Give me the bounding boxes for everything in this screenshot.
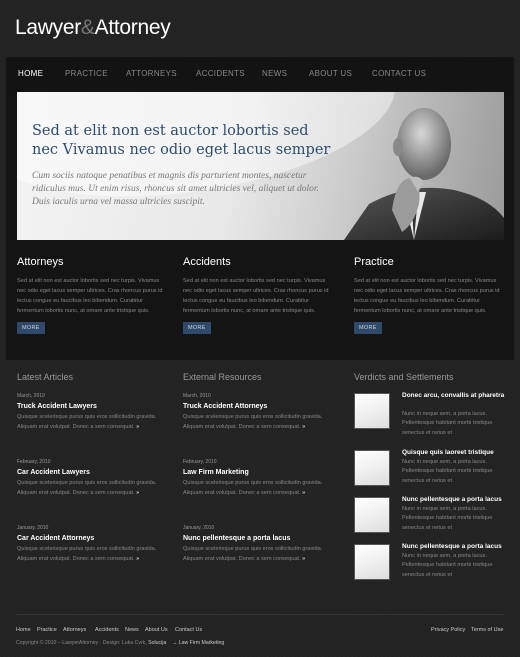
feature-column-practice: Practice Sed at elit non est auctor lobo…: [354, 256, 504, 334]
column-title: Accidents: [183, 256, 231, 268]
article-item: January, 2010 Car Accident Attorneys Qui…: [17, 525, 165, 564]
more-button[interactable]: MORE: [183, 322, 211, 334]
verdict-item: Donec arcu, convallis at pharetra Nunc i…: [354, 391, 506, 437]
verdict-title-link[interactable]: Nunc pellentesque a porta lacus: [402, 542, 506, 551]
footer-link-practice[interactable]: Practice: [37, 627, 57, 633]
read-more-arrow[interactable]: »: [302, 556, 305, 562]
column-text: Sed at elit non est auctor lobortis sed …: [17, 278, 163, 314]
verdict-excerpt: Nunc in neque sem, a porta lacus. Pellen…: [402, 459, 493, 484]
verdict-item: Nunc pellentesque a porta lacus Nunc in …: [354, 495, 506, 541]
resource-item: March, 2010 Truck Accident Attorneys Qui…: [183, 393, 331, 432]
resource-item: January, 2010 Nunc pellentesque a porta …: [183, 525, 331, 564]
nav-attorneys[interactable]: ATTORNEYS: [126, 69, 177, 78]
hero-banner: Sed at elit non est auctor lobortis sed …: [17, 92, 504, 240]
article-item: March, 2010 Truck Accident Lawyers Quisq…: [17, 393, 165, 432]
verdicts-title: Verdicts and Settlements: [354, 372, 454, 382]
footer-link-home[interactable]: Home: [16, 627, 31, 633]
article-title-link[interactable]: Car Accident Attorneys: [17, 535, 165, 542]
article-excerpt: Quisque scelerisque purus quis eros soll…: [17, 480, 157, 496]
resource-title-link[interactable]: Law Firm Marketing: [183, 469, 331, 476]
column-title: Attorneys: [17, 256, 64, 268]
article-date: January, 2010: [17, 525, 49, 531]
article-item: February, 2010 Car Accident Lawyers Quis…: [17, 459, 165, 498]
law-firm-marketing-link[interactable]: → Law Firm Marketing: [172, 640, 224, 646]
article-title-link[interactable]: Truck Accident Lawyers: [17, 403, 165, 410]
resource-excerpt: Quisque scelerisque purus quis eros soll…: [183, 546, 323, 562]
verdict-thumbnail[interactable]: [354, 497, 390, 533]
footer-link-news[interactable]: News: [125, 627, 139, 633]
verdict-thumbnail[interactable]: [354, 393, 390, 429]
nav-about-us[interactable]: ABOUT US: [309, 69, 352, 78]
footer-link-accidents[interactable]: Accidents: [95, 627, 119, 633]
resource-date: March, 2010: [183, 393, 211, 399]
column-text: Sed at elit non est auctor lobortis sed …: [183, 278, 329, 314]
read-more-arrow[interactable]: »: [302, 490, 305, 496]
resource-date: January, 2010: [183, 525, 215, 531]
feature-column-accidents: Accidents Sed at elit non est auctor lob…: [183, 256, 333, 334]
column-title: Practice: [354, 256, 394, 268]
resource-item: February, 2010 Law Firm Marketing Quisqu…: [183, 459, 331, 498]
main-nav: HOME PRACTICE ATTORNEYS ACCIDENTS NEWS A…: [6, 57, 514, 90]
article-excerpt: Quisque scelerisque purus quis eros soll…: [17, 414, 157, 430]
article-date: February, 2010: [17, 459, 51, 465]
hero-headline: Sed at elit non est auctor lobortis sed …: [32, 123, 331, 158]
nav-contact-us[interactable]: CONTACT US: [372, 69, 426, 78]
copyright-text: Copyright © 2010 – LawyerAttorney · Desi…: [16, 640, 225, 646]
column-text: Sed at elit non est auctor lobortis sed …: [354, 278, 500, 314]
footer-link-about-us[interactable]: About Us: [145, 627, 168, 633]
nav-practice[interactable]: PRACTICE: [65, 69, 108, 78]
article-date: March, 2010: [17, 393, 45, 399]
read-more-arrow[interactable]: »: [136, 490, 139, 496]
verdict-excerpt: Nunc in neque sem, a porta lacus. Pellen…: [402, 506, 493, 531]
verdict-excerpt: Nunc in neque sem, a porta lacus. Pellen…: [402, 411, 493, 436]
resource-date: February, 2010: [183, 459, 217, 465]
latest-articles-title: Latest Articles: [17, 372, 74, 382]
resource-excerpt: Quisque scelerisque purus quis eros soll…: [183, 480, 323, 496]
hero-text: Cum sociis natoque penatibus et magnis d…: [32, 171, 319, 207]
nav-accidents[interactable]: ACCIDENTS: [196, 69, 245, 78]
verdict-thumbnail[interactable]: [354, 450, 390, 486]
solucija-link[interactable]: Solucija: [148, 640, 166, 646]
feature-column-attorneys: Attorneys Sed at elit non est auctor lob…: [17, 256, 167, 334]
verdict-item: Quisque quis laoreet tristique Nunc in n…: [354, 448, 506, 494]
external-resources-title: External Resources: [183, 372, 262, 382]
verdict-thumbnail[interactable]: [354, 544, 390, 580]
resource-excerpt: Quisque scelerisque purus quis eros soll…: [183, 414, 323, 430]
footer-divider: [16, 614, 504, 615]
footer-link-contact-us[interactable]: Contact Us: [175, 627, 202, 633]
site-logo[interactable]: Lawyer&Attorney: [15, 16, 171, 40]
verdict-item: Nunc pellentesque a porta lacus Nunc in …: [354, 542, 506, 588]
logo-part-lawyer: Lawyer: [15, 16, 81, 39]
article-title-link[interactable]: Car Accident Lawyers: [17, 469, 165, 476]
read-more-arrow[interactable]: »: [136, 424, 139, 430]
resource-title-link[interactable]: Nunc pellentesque a porta lacus: [183, 535, 331, 542]
nav-home[interactable]: HOME: [18, 69, 43, 78]
verdict-title-link[interactable]: Donec arcu, convallis at pharetra: [402, 391, 506, 400]
nav-news[interactable]: NEWS: [262, 69, 287, 78]
read-more-arrow[interactable]: »: [136, 556, 139, 562]
verdict-excerpt: Nunc in neque sem, a porta lacus. Pellen…: [402, 553, 493, 578]
logo-part-attorney: Attorney: [94, 16, 171, 39]
logo-ampersand: &: [80, 16, 95, 39]
read-more-arrow[interactable]: »: [302, 424, 305, 430]
article-excerpt: Quisque scelerisque purus quis eros soll…: [17, 546, 157, 562]
more-button[interactable]: MORE: [17, 322, 45, 334]
footer-link-attorneys[interactable]: Attorneys: [63, 627, 86, 633]
footer-link-privacy-policy[interactable]: Privacy Policy: [431, 627, 465, 633]
resource-title-link[interactable]: Truck Accident Attorneys: [183, 403, 331, 410]
lawyer-portrait-image: [344, 108, 504, 240]
verdict-title-link[interactable]: Nunc pellentesque a porta lacus: [402, 495, 506, 504]
footer-link-terms-of-use[interactable]: Terms of Use: [471, 627, 503, 633]
more-button[interactable]: MORE: [354, 322, 382, 334]
verdict-title-link[interactable]: Quisque quis laoreet tristique: [402, 448, 506, 457]
